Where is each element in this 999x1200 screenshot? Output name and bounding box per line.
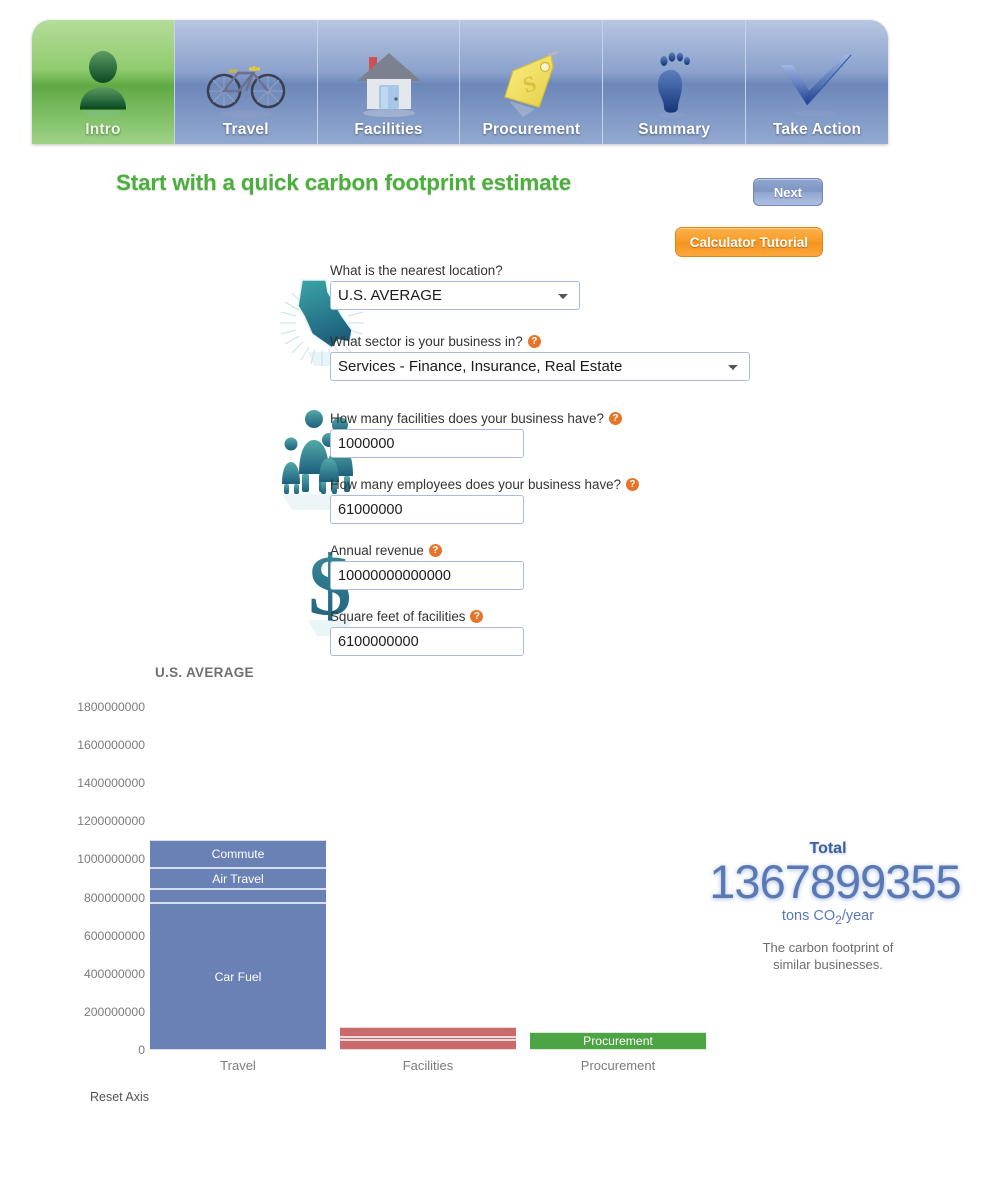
- facilities-count-input[interactable]: [330, 429, 524, 458]
- chart-bar-procurement[interactable]: Procurement: [530, 1032, 706, 1050]
- employees-count-input[interactable]: [330, 495, 524, 524]
- chart-bar-segment[interactable]: [150, 889, 326, 904]
- chart-x-tick: Facilities: [402, 1058, 454, 1073]
- field-nearest-location: What is the nearest location? U.S. AVERA…: [330, 263, 580, 310]
- person-icon: [32, 45, 174, 119]
- chart-bar-segment[interactable]: Procurement: [530, 1032, 706, 1050]
- checkmark-icon: [746, 45, 888, 119]
- tab-label: Procurement: [482, 120, 581, 138]
- tab-label: Take Action: [772, 120, 862, 138]
- footprint-icon: [603, 45, 745, 119]
- chart-bar-segment[interactable]: Car Fuel: [150, 903, 326, 1050]
- calculator-tutorial-button[interactable]: Calculator Tutorial: [674, 227, 823, 257]
- help-icon[interactable]: ?: [470, 610, 484, 623]
- chart-y-tick: 1000000000: [77, 852, 145, 867]
- field-label: How many employees does your business ha…: [330, 477, 640, 492]
- chart-y-tick: 1400000000: [77, 776, 145, 791]
- chart-plot-area: Commute Air Travel Car Fuel Travel Facilitie…: [148, 660, 720, 1090]
- business-sector-select[interactable]: Services - Finance, Insurance, Real Esta…: [330, 352, 750, 381]
- field-square-feet: Square feet of facilities ?: [330, 609, 524, 656]
- total-units: tons CO2/year: [781, 907, 875, 927]
- chart-bar-travel[interactable]: Commute Air Travel Car Fuel: [150, 840, 326, 1050]
- bicycle-icon: [175, 45, 317, 119]
- field-annual-revenue: Annual revenue ?: [330, 543, 524, 590]
- chart-bar-facilities[interactable]: [340, 1026, 516, 1050]
- chart-x-tick: Procurement: [580, 1058, 656, 1073]
- chart-x-tick: Travel: [220, 1058, 256, 1073]
- chart-y-tick: 0: [138, 1043, 145, 1057]
- help-icon[interactable]: ?: [608, 412, 622, 425]
- page-title: Start with a quick carbon footprint esti…: [116, 170, 572, 195]
- chart-y-tick: 400000000: [83, 966, 145, 981]
- chart-y-tick: 800000000: [83, 890, 145, 905]
- field-label: What sector is your business in? ?: [330, 334, 750, 349]
- chart-bar-segment[interactable]: [340, 1040, 516, 1050]
- field-facilities-count: How many facilities does your business h…: [330, 411, 622, 458]
- page-root: Intro Travel Facilities S Procurement Su…: [0, 0, 999, 1200]
- price-tag-icon: S: [460, 45, 602, 119]
- help-icon[interactable]: ?: [626, 478, 640, 491]
- tab-facilities[interactable]: Facilities: [317, 20, 461, 144]
- help-icon[interactable]: ?: [428, 544, 442, 557]
- total-value: 1367899355: [709, 855, 961, 908]
- chart-bar-segment[interactable]: [340, 1026, 516, 1037]
- tab-label: Summary: [638, 120, 711, 138]
- tab-label: Travel: [222, 120, 269, 138]
- chart-y-tick: 600000000: [83, 928, 145, 943]
- chart-y-tick: 1200000000: [77, 814, 145, 829]
- main-tab-bar: Intro Travel Facilities S Procurement Su…: [32, 20, 888, 144]
- chart-bar-segment[interactable]: Commute: [150, 840, 326, 869]
- tab-take-action[interactable]: Take Action: [746, 20, 888, 144]
- chart-y-axis: 0 200000000 400000000 600000000 800000000 100…: [0, 660, 145, 1090]
- total-readout: Total 1367899355 tons CO2/year The carbo…: [678, 840, 978, 973]
- square-feet-input[interactable]: [330, 627, 524, 656]
- left-green-rail: [32, 144, 84, 604]
- field-label: What is the nearest location?: [330, 263, 503, 278]
- field-business-sector: What sector is your business in? ? Servi…: [330, 334, 750, 381]
- nearest-location-select[interactable]: U.S. AVERAGE: [330, 281, 580, 310]
- chart-bar-segment[interactable]: Air Travel: [150, 868, 326, 889]
- tab-summary[interactable]: Summary: [603, 20, 747, 144]
- field-label: How many facilities does your business h…: [330, 411, 622, 426]
- help-icon[interactable]: ?: [527, 335, 541, 348]
- chart-y-tick: 1800000000: [77, 700, 145, 715]
- tab-label: Intro: [85, 120, 121, 138]
- next-button[interactable]: Next: [753, 178, 823, 206]
- annual-revenue-input[interactable]: [330, 561, 524, 590]
- tab-travel[interactable]: Travel: [174, 20, 318, 144]
- chart-y-tick: 200000000: [83, 1004, 145, 1019]
- tab-procurement[interactable]: S Procurement: [460, 20, 604, 144]
- reset-axis-button[interactable]: Reset Axis: [90, 1090, 149, 1104]
- field-label: Square feet of facilities ?: [330, 609, 524, 624]
- field-label: Annual revenue ?: [330, 543, 524, 558]
- tab-label: Facilities: [354, 120, 423, 138]
- footprint-bar-chart: U.S. AVERAGE 0 200000000 400000000 60000000…: [0, 660, 720, 1090]
- field-employees-count: How many employees does your business ha…: [330, 477, 640, 524]
- total-description: The carbon footprint of similar business…: [762, 939, 894, 972]
- tab-intro[interactable]: Intro: [32, 20, 175, 144]
- house-icon: [318, 45, 460, 119]
- chart-y-tick: 1600000000: [77, 738, 145, 753]
